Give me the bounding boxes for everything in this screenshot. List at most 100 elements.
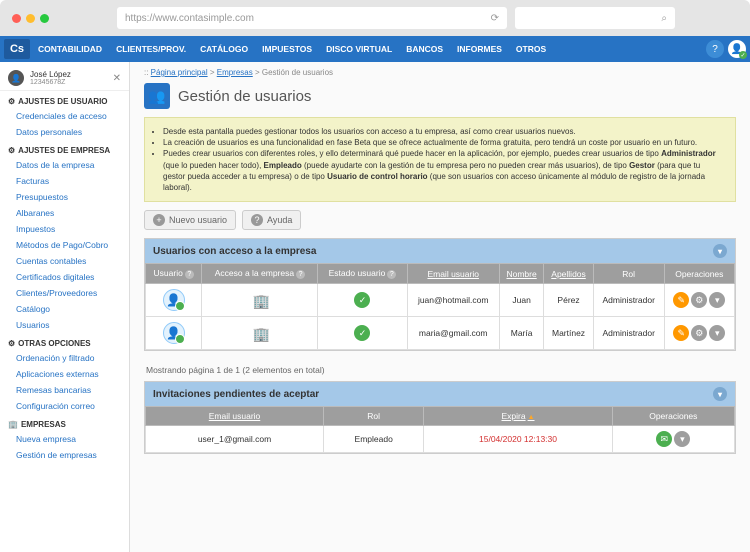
sidebar-item-metodos-pago[interactable]: Métodos de Pago/Cobro — [0, 237, 129, 253]
th-role[interactable]: Rol — [593, 264, 664, 284]
check-icon: ✓ — [354, 325, 370, 341]
crumb-empresas[interactable]: Empresas — [217, 68, 253, 77]
th-ops: Operaciones — [664, 264, 734, 284]
url-text: https://www.contasimple.com — [125, 13, 254, 24]
user-avatar-icon: 👤 — [163, 322, 185, 344]
sidebar-item-cuentas[interactable]: Cuentas contables — [0, 253, 129, 269]
delete-button[interactable]: ▾ — [709, 292, 725, 308]
sidebar-item-impuestos[interactable]: Impuestos — [0, 221, 129, 237]
sidebar-item-albaranes[interactable]: Albaranes — [0, 205, 129, 221]
close-dot[interactable] — [12, 14, 21, 23]
sidebar-item-credenciales[interactable]: Credenciales de acceso — [0, 108, 129, 124]
sidebar-user: 👤 José López 12345678Z ✕ — [0, 66, 129, 91]
section-company-settings: ⚙ AJUSTES DE EMPRESA — [0, 140, 129, 157]
info-line2: La creación de usuarios es una funcional… — [163, 137, 717, 148]
max-dot[interactable] — [40, 14, 49, 23]
main-nav: Cs CONTABILIDAD CLIENTES/PROV. CATÁLOGO … — [0, 36, 750, 62]
cell-role: Administrador — [593, 284, 664, 317]
table-row: user_1@gmail.com Empleado 15/04/2020 12:… — [146, 426, 735, 453]
th-email[interactable]: Email usuario — [146, 407, 324, 426]
sidebar-item-config-correo[interactable]: Configuración correo — [0, 398, 129, 414]
users-panel-header: Usuarios con acceso a la empresa ▾ — [145, 239, 735, 263]
reload-icon[interactable]: ⟳ — [491, 13, 499, 24]
crumb-home[interactable]: Página principal — [151, 68, 208, 77]
help-button[interactable]: ?Ayuda — [242, 210, 301, 230]
pager-text: Mostrando página 1 de 1 (2 elementos en … — [144, 359, 736, 381]
cell-role: Administrador — [593, 317, 664, 350]
th-role[interactable]: Rol — [324, 407, 424, 426]
th-ops: Operaciones — [612, 407, 734, 426]
user-menu-icon[interactable]: 👤 — [728, 40, 746, 58]
delete-button[interactable]: ▾ — [709, 325, 725, 341]
page-title: Gestión de usuarios — [178, 88, 311, 105]
settings-button[interactable]: ⚙ — [691, 325, 707, 341]
nav-clientes[interactable]: CLIENTES/PROV. — [110, 44, 192, 54]
page-title-row: 👥 Gestión de usuarios — [144, 83, 736, 109]
min-dot[interactable] — [26, 14, 35, 23]
window-controls — [12, 14, 49, 23]
delete-button[interactable]: ▾ — [674, 431, 690, 447]
nav-bancos[interactable]: BANCOS — [400, 44, 449, 54]
sidebar-item-datos-empresa[interactable]: Datos de la empresa — [0, 157, 129, 173]
table-row: 👤 🏢 ✓ juan@hotmail.com Juan Pérez Admini… — [146, 284, 735, 317]
section-user-settings: ⚙ AJUSTES DE USUARIO — [0, 91, 129, 108]
nav-contabilidad[interactable]: CONTABILIDAD — [32, 44, 108, 54]
th-state[interactable]: Estado usuario? — [318, 264, 407, 284]
info-line1: Desde esta pantalla puedes gestionar tod… — [163, 126, 717, 137]
sidebar-item-ordenacion[interactable]: Ordenación y filtrado — [0, 350, 129, 366]
edit-button[interactable]: ✎ — [673, 292, 689, 308]
sidebar-item-nueva-empresa[interactable]: Nueva empresa — [0, 431, 129, 447]
sidebar: 👤 José López 12345678Z ✕ ⚙ AJUSTES DE US… — [0, 62, 130, 552]
th-user[interactable]: Usuario? — [146, 264, 202, 284]
info-line3: Puedes crear usuarios con diferentes rol… — [163, 148, 717, 193]
resend-button[interactable]: ✉ — [656, 431, 672, 447]
sidebar-item-presupuestos[interactable]: Presupuestos — [0, 189, 129, 205]
nav-informes[interactable]: INFORMES — [451, 44, 508, 54]
sidebar-item-catalogo[interactable]: Catálogo — [0, 301, 129, 317]
nav-impuestos[interactable]: IMPUESTOS — [256, 44, 318, 54]
sidebar-item-apps-externas[interactable]: Aplicaciones externas — [0, 366, 129, 382]
browser-search[interactable]: ⌕ — [515, 7, 675, 29]
nav-disco[interactable]: DISCO VIRTUAL — [320, 44, 398, 54]
address-bar[interactable]: https://www.contasimple.com ⟳ — [117, 7, 507, 29]
help-icon[interactable]: ? — [706, 40, 724, 58]
edit-button[interactable]: ✎ — [673, 325, 689, 341]
nav-otros[interactable]: OTROS — [510, 44, 552, 54]
th-access[interactable]: Acceso a la empresa? — [202, 264, 318, 284]
th-email[interactable]: Email usuario — [407, 264, 499, 284]
nav-catalogo[interactable]: CATÁLOGO — [194, 44, 254, 54]
avatar-icon: 👤 — [8, 70, 24, 86]
info-box: Desde esta pantalla puedes gestionar tod… — [144, 117, 736, 202]
browser-chrome: https://www.contasimple.com ⟳ ⌕ — [0, 0, 750, 36]
cell-email: maria@gmail.com — [407, 317, 499, 350]
main-content: :: Página principal > Empresas > Gestión… — [130, 62, 750, 552]
th-name[interactable]: Nombre — [499, 264, 543, 284]
building-icon: 🏢 — [253, 293, 267, 307]
search-icon: ⌕ — [661, 13, 667, 24]
sidebar-item-clientes-prov[interactable]: Clientes/Proveedores — [0, 285, 129, 301]
sidebar-item-remesas[interactable]: Remesas bancarias — [0, 382, 129, 398]
th-expire[interactable]: Expira▲ — [424, 407, 612, 426]
breadcrumb: :: Página principal > Empresas > Gestión… — [144, 68, 736, 77]
plus-icon: + — [153, 214, 165, 226]
collapse-icon[interactable]: ▾ — [713, 387, 727, 401]
sidebar-item-usuarios[interactable]: Usuarios — [0, 317, 129, 333]
collapse-icon[interactable]: ✕ — [113, 73, 121, 84]
collapse-icon[interactable]: ▾ — [713, 244, 727, 258]
invitations-panel: Invitaciones pendientes de aceptar ▾ Ema… — [144, 381, 736, 454]
cell-name: María — [499, 317, 543, 350]
action-bar: +Nuevo usuario ?Ayuda — [144, 210, 736, 230]
new-user-button[interactable]: +Nuevo usuario — [144, 210, 236, 230]
settings-button[interactable]: ⚙ — [691, 292, 707, 308]
logo[interactable]: Cs — [4, 39, 30, 59]
invitations-panel-header: Invitaciones pendientes de aceptar ▾ — [145, 382, 735, 406]
cell-email: juan@hotmail.com — [407, 284, 499, 317]
th-surname[interactable]: Apellidos — [544, 264, 593, 284]
sidebar-item-certificados[interactable]: Certificados digitales — [0, 269, 129, 285]
user-avatar-icon: 👤 — [163, 289, 185, 311]
sidebar-item-datos-personales[interactable]: Datos personales — [0, 124, 129, 140]
sidebar-item-facturas[interactable]: Facturas — [0, 173, 129, 189]
sidebar-item-gestion-empresas[interactable]: Gestión de empresas — [0, 447, 129, 463]
users-panel: Usuarios con acceso a la empresa ▾ Usuar… — [144, 238, 736, 351]
table-header-row: Email usuario Rol Expira▲ Operaciones — [146, 407, 735, 426]
